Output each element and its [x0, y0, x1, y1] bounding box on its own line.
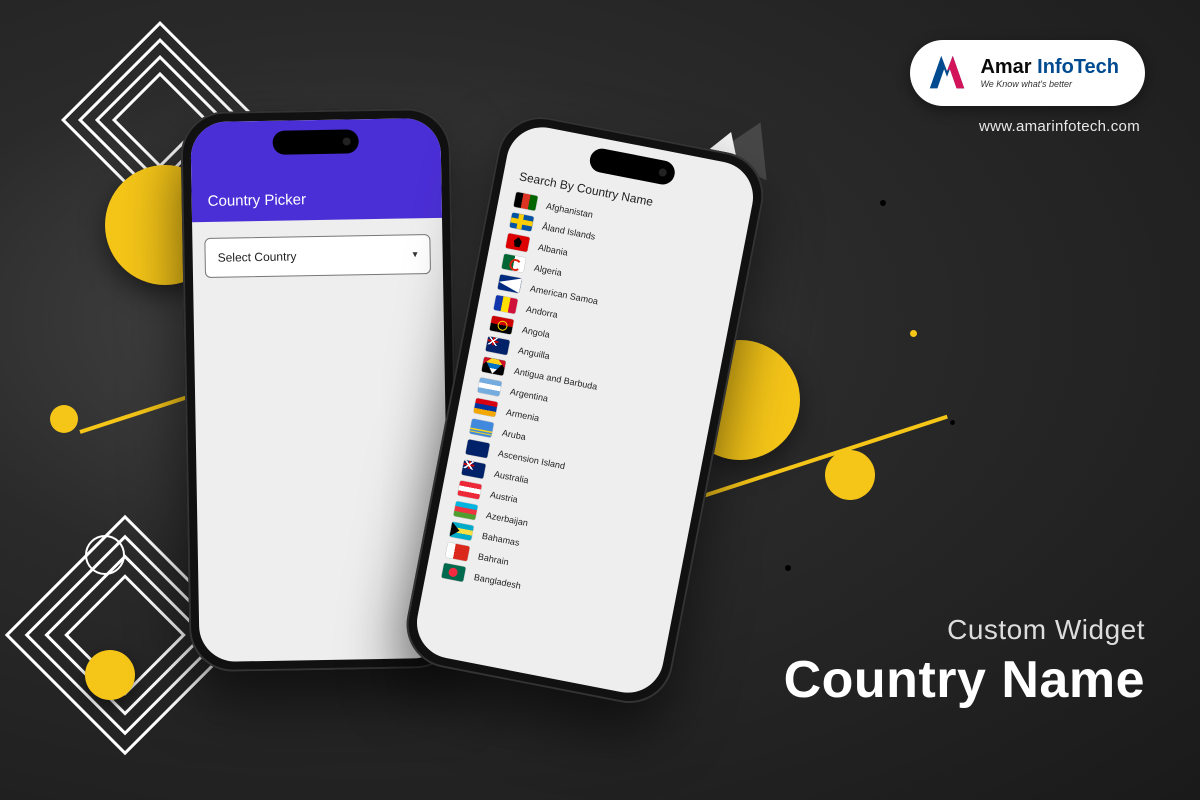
flag-icon [477, 377, 501, 396]
country-name: Australia [493, 468, 529, 484]
flag-icon [505, 233, 529, 252]
country-name: Anguilla [517, 345, 550, 361]
flag-icon [497, 274, 521, 293]
dynamic-island [272, 129, 358, 154]
country-name: Andorra [525, 304, 558, 320]
country-name: Argentina [509, 386, 549, 403]
decor-circle [825, 450, 875, 500]
country-name: Albania [537, 242, 568, 258]
brand-name: Amar InfoTech [980, 57, 1119, 77]
country-name: Bahamas [481, 530, 520, 547]
decor-dot [910, 330, 917, 337]
flag-icon [481, 357, 505, 376]
decor-dot [950, 420, 955, 425]
country-name: Bangladesh [473, 572, 522, 591]
flag-icon [485, 336, 509, 355]
country-name: Angola [521, 324, 550, 339]
flag-icon [509, 213, 533, 232]
headline-large: Country Name [784, 650, 1145, 710]
flag-icon [445, 542, 469, 561]
decor-ring [85, 535, 125, 575]
select-country-dropdown[interactable]: Select Country ▾ [204, 234, 431, 278]
flag-icon [513, 192, 537, 211]
flag-icon [465, 439, 489, 458]
headline-small: Custom Widget [784, 614, 1145, 646]
decor-circle [50, 405, 78, 433]
app-bar-title: Country Picker [208, 191, 307, 210]
flag-icon [461, 460, 485, 479]
flag-icon [469, 419, 493, 438]
flag-icon [453, 501, 477, 520]
flag-icon [493, 295, 517, 314]
brand-logo-badge: Amar InfoTech We Know what's better [910, 40, 1145, 106]
select-label: Select Country [218, 249, 297, 264]
flag-icon [441, 563, 465, 582]
brand-url: www.amarinfotech.com [979, 118, 1140, 135]
brand-tagline: We Know what's better [980, 80, 1119, 89]
flag-icon [489, 316, 513, 335]
phone-mockup-right: Search By Country Name AfghanistanÅland … [399, 109, 771, 710]
country-name: Algeria [533, 262, 562, 277]
headline: Custom Widget Country Name [784, 614, 1145, 710]
decor-circle [85, 650, 135, 700]
country-list[interactable]: AfghanistanÅland IslandsAlbaniaAlgeriaAm… [422, 186, 747, 641]
country-name: Austria [489, 489, 518, 504]
country-name: Azerbaijan [485, 510, 529, 528]
country-name: Armenia [505, 407, 540, 423]
decor-dot [785, 565, 791, 571]
chevron-down-icon: ▾ [413, 249, 418, 260]
flag-icon [449, 522, 473, 541]
country-name: Bahrain [477, 551, 509, 567]
promo-stage: Amar InfoTech We Know what's better www.… [0, 0, 1200, 800]
flag-icon [457, 480, 481, 499]
flag-icon [501, 254, 525, 273]
country-name: Aruba [501, 427, 526, 441]
decor-dot [880, 200, 886, 206]
flag-icon [473, 398, 497, 417]
brand-logo-icon [924, 50, 970, 96]
